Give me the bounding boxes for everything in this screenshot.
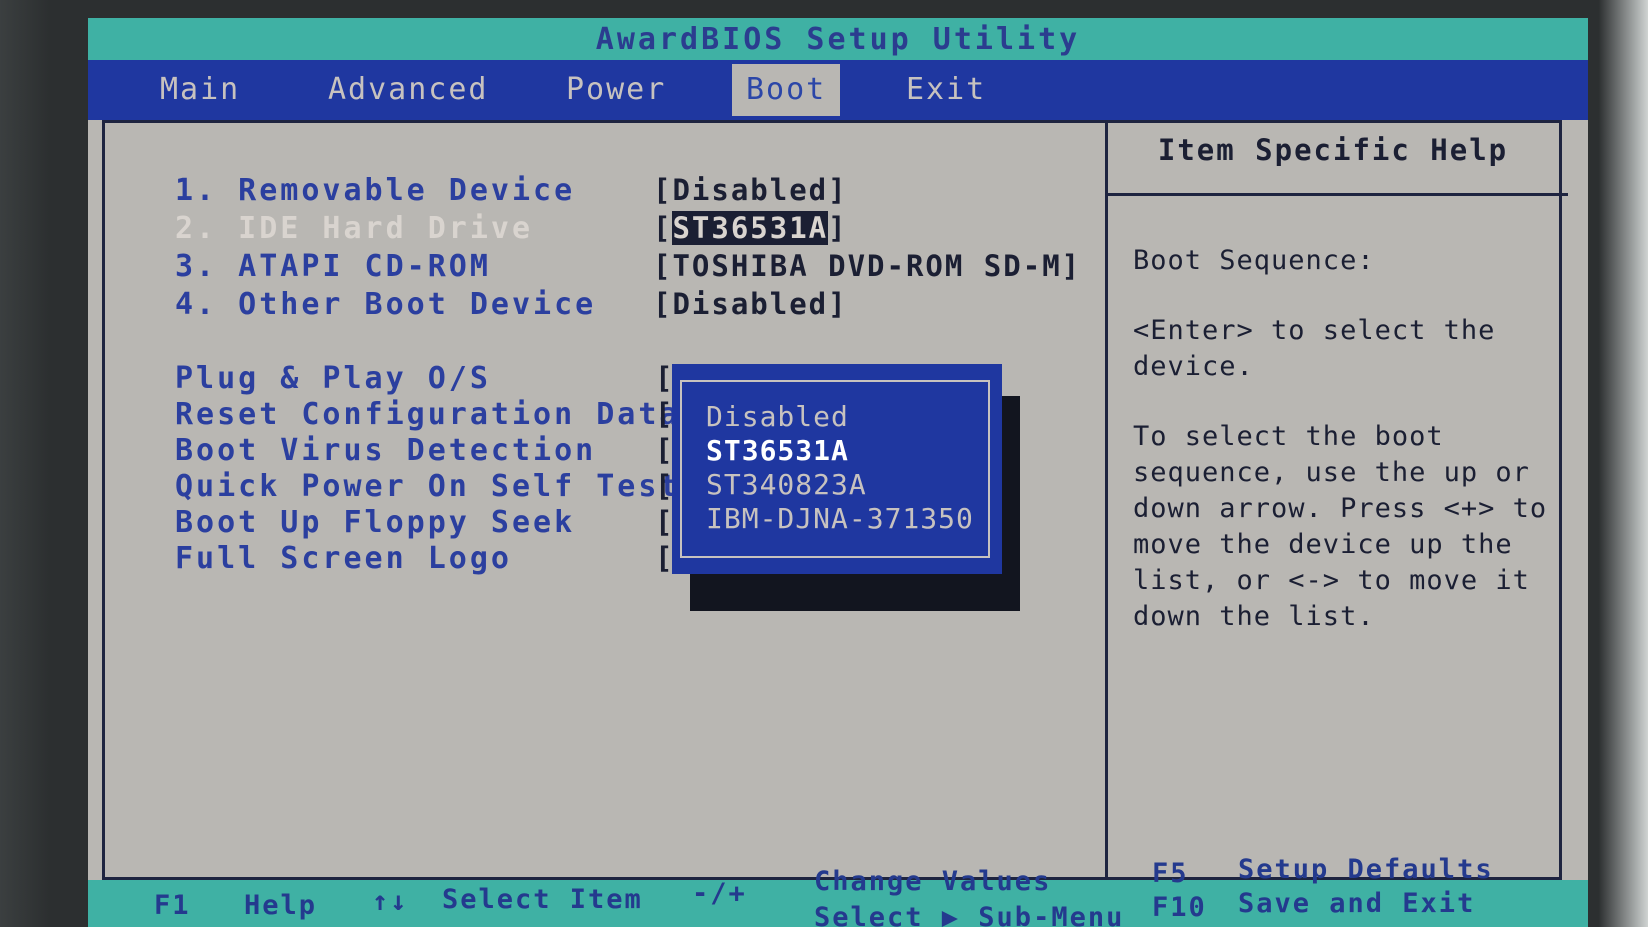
popup-option-disabled[interactable]: Disabled	[706, 400, 849, 433]
help-title: Item Specific Help	[1157, 133, 1509, 167]
boot-item-cdrom[interactable]: 3. ATAPI CD-ROM	[175, 249, 491, 284]
popup-option-ibm-djna[interactable]: IBM-DJNA-371350	[706, 502, 974, 535]
option-full-screen-logo[interactable]: Full Screen Logo	[175, 541, 512, 576]
option-floppy-seek[interactable]: Boot Up Floppy Seek	[175, 505, 575, 540]
tab-main[interactable]: Main	[160, 64, 240, 116]
boot-item-other[interactable]: 4. Other Boot Device	[175, 287, 596, 322]
tab-exit[interactable]: Exit	[906, 64, 986, 116]
key-f5: F5	[1152, 858, 1189, 889]
tab-power[interactable]: Power	[566, 64, 666, 116]
bracket-open: [	[653, 211, 673, 245]
help-heading: Boot Sequence:	[1133, 245, 1375, 276]
option-pnp-os[interactable]: Plug & Play O/S	[175, 361, 491, 396]
key-enter-label: Select ▶ Sub-Menu	[814, 902, 1125, 927]
option-reset-config[interactable]: Reset Configuration Data	[175, 397, 680, 432]
panel-divider	[1105, 123, 1108, 877]
bracket-close: ]	[828, 211, 848, 245]
key-arrows: ↑↓	[372, 886, 409, 917]
tab-advanced[interactable]: Advanced	[328, 64, 489, 116]
key-f10: F10	[1152, 892, 1207, 923]
help-header-divider	[1108, 193, 1568, 196]
key-f10-label: Save and Exit	[1238, 888, 1476, 919]
key-f5-label: Setup Defaults	[1238, 854, 1494, 885]
bios-title: AwardBIOS Setup Utility	[88, 18, 1588, 60]
option-reset-config-value[interactable]: [	[655, 397, 672, 431]
bios-screen: AwardBIOS Setup Utility Main Advanced Po…	[88, 18, 1588, 927]
help-para-1: <Enter> to select the device.	[1133, 315, 1496, 382]
option-full-screen-logo-value[interactable]: [	[655, 541, 672, 575]
help-body: Boot Sequence: <Enter> to select the dev…	[1133, 243, 1553, 669]
selected-value-highlight: ST36531A	[672, 211, 829, 245]
popup-frame: Disabled ST36531A ST340823A IBM-DJNA-371…	[680, 380, 990, 558]
option-boot-virus[interactable]: Boot Virus Detection	[175, 433, 596, 468]
boot-item-removable[interactable]: 1. Removable Device	[175, 173, 575, 208]
option-quick-post[interactable]: Quick Power On Self Test	[175, 469, 680, 504]
option-floppy-seek-value[interactable]: [	[655, 505, 672, 539]
key-plus-minus-label: Change Values	[814, 866, 1052, 897]
key-plus-minus: -/+	[692, 878, 747, 909]
option-boot-virus-value[interactable]: [	[655, 433, 672, 467]
option-quick-post-value[interactable]: [	[655, 469, 672, 503]
option-pnp-os-value[interactable]: [	[655, 361, 672, 395]
key-f1: F1	[154, 890, 191, 921]
boot-item-cdrom-value[interactable]: [TOSHIBA DVD-ROM SD-M]	[653, 249, 1081, 283]
popup-option-st340823a[interactable]: ST340823A	[706, 468, 867, 501]
key-legend-footer: F1 Help ↑↓ Select Item -/+ Change Values…	[88, 854, 1588, 927]
help-para-2: To select the boot sequence, use the up …	[1133, 421, 1548, 632]
boot-item-ide-hdd[interactable]: 2. IDE Hard Drive	[175, 211, 533, 246]
key-f1-label: Help	[244, 890, 318, 921]
boot-item-ide-hdd-value[interactable]: [ST36531A]	[653, 211, 848, 245]
menu-bar: Main Advanced Power Boot Exit	[88, 60, 1588, 120]
device-select-popup: Disabled ST36531A ST340823A IBM-DJNA-371…	[672, 364, 1002, 574]
boot-item-other-value[interactable]: [Disabled]	[653, 287, 848, 321]
popup-option-st36531a[interactable]: ST36531A	[706, 434, 849, 467]
key-arrows-label: Select Item	[442, 884, 643, 915]
boot-item-removable-value[interactable]: [Disabled]	[653, 173, 848, 207]
tab-boot[interactable]: Boot	[732, 64, 841, 116]
